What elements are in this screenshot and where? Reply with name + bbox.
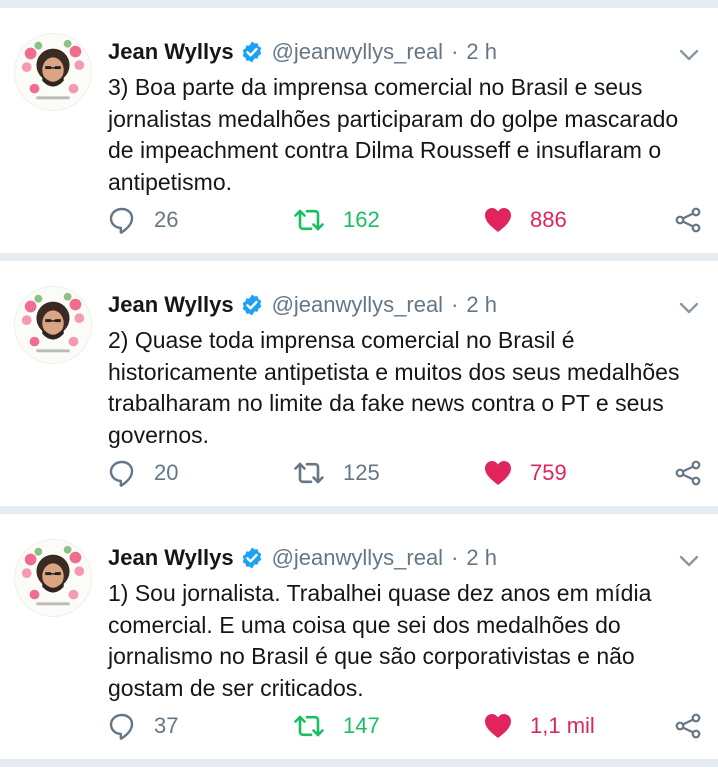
- tweet-text: 2) Quase toda imprensa comercial no Bras…: [108, 327, 680, 448]
- retweet-icon: [293, 206, 325, 234]
- retweet-count: 162: [343, 207, 380, 232]
- header-separator: ·: [451, 292, 459, 317]
- tweet-header: Jean Wyllys @jeanwyllys_real · 2 h: [108, 538, 497, 578]
- tweet-header: Jean Wyllys @jeanwyllys_real · 2 h: [108, 285, 497, 325]
- like-button[interactable]: 759: [484, 453, 567, 493]
- verified-badge-icon: [240, 293, 264, 317]
- like-count: 759: [530, 460, 567, 485]
- share-button[interactable]: [674, 200, 702, 240]
- separator: [0, 0, 718, 8]
- retweet-count: 125: [343, 460, 380, 485]
- like-count: 886: [530, 207, 567, 232]
- chevron-down-icon[interactable]: [678, 44, 700, 66]
- author-name[interactable]: Jean Wyllys: [108, 292, 234, 318]
- retweet-button[interactable]: 147: [293, 706, 380, 746]
- header-separator: ·: [451, 545, 459, 570]
- tweet[interactable]: Jean Wyllys @jeanwyllys_real · 2 h 2) Qu…: [0, 261, 718, 506]
- author-name[interactable]: Jean Wyllys: [108, 39, 234, 65]
- tweet-actions: 20 125 759: [108, 453, 708, 493]
- author-handle[interactable]: @jeanwyllys_real: [272, 545, 444, 571]
- share-icon: [674, 206, 702, 234]
- retweet-button[interactable]: 125: [293, 453, 380, 493]
- avatar[interactable]: [14, 33, 92, 111]
- separator: [0, 759, 718, 767]
- tweet-text: 1) Sou jornalista. Trabalhei quase dez a…: [108, 580, 652, 701]
- reply-button[interactable]: 26: [108, 200, 178, 240]
- tweet[interactable]: Jean Wyllys @jeanwyllys_real · 2 h 3) Bo…: [0, 8, 718, 253]
- author-handle[interactable]: @jeanwyllys_real: [272, 292, 444, 318]
- share-icon: [674, 459, 702, 487]
- reply-button[interactable]: 37: [108, 706, 178, 746]
- retweet-icon: [293, 459, 325, 487]
- reply-count: 37: [154, 713, 179, 738]
- heart-icon: [484, 713, 512, 739]
- retweet-button[interactable]: 162: [293, 200, 380, 240]
- share-icon: [674, 712, 702, 740]
- tweet[interactable]: Jean Wyllys @jeanwyllys_real · 2 h 1) So…: [0, 514, 718, 759]
- tweet-actions: 26 162 886: [108, 200, 708, 240]
- timestamp[interactable]: 2 h: [466, 39, 497, 65]
- separator: [0, 253, 718, 261]
- retweet-count: 147: [343, 713, 380, 738]
- reply-button[interactable]: 20: [108, 453, 178, 493]
- reply-icon: [108, 206, 136, 234]
- reply-icon: [108, 712, 136, 740]
- verified-badge-icon: [240, 546, 264, 570]
- like-button[interactable]: 886: [484, 200, 567, 240]
- header-separator: ·: [451, 39, 459, 64]
- tweet-text: 3) Boa parte da imprensa comercial no Br…: [108, 74, 679, 195]
- tweet-header: Jean Wyllys @jeanwyllys_real · 2 h: [108, 32, 497, 72]
- separator: [0, 506, 718, 514]
- avatar[interactable]: [14, 539, 92, 617]
- timestamp[interactable]: 2 h: [466, 292, 497, 318]
- avatar[interactable]: [14, 286, 92, 364]
- tweet-actions: 37 147 1,1 mil: [108, 706, 708, 746]
- heart-icon: [484, 460, 512, 486]
- timestamp[interactable]: 2 h: [466, 545, 497, 571]
- reply-count: 26: [154, 207, 179, 232]
- share-button[interactable]: [674, 453, 702, 493]
- author-name[interactable]: Jean Wyllys: [108, 545, 234, 571]
- author-handle[interactable]: @jeanwyllys_real: [272, 39, 444, 65]
- chevron-down-icon[interactable]: [678, 297, 700, 319]
- like-count: 1,1 mil: [530, 713, 595, 738]
- timeline: Jean Wyllys @jeanwyllys_real · 2 h 3) Bo…: [0, 0, 718, 776]
- retweet-icon: [293, 712, 325, 740]
- reply-count: 20: [154, 460, 179, 485]
- like-button[interactable]: 1,1 mil: [484, 706, 595, 746]
- heart-icon: [484, 207, 512, 233]
- chevron-down-icon[interactable]: [678, 550, 700, 572]
- reply-icon: [108, 459, 136, 487]
- verified-badge-icon: [240, 40, 264, 64]
- share-button[interactable]: [674, 706, 702, 746]
